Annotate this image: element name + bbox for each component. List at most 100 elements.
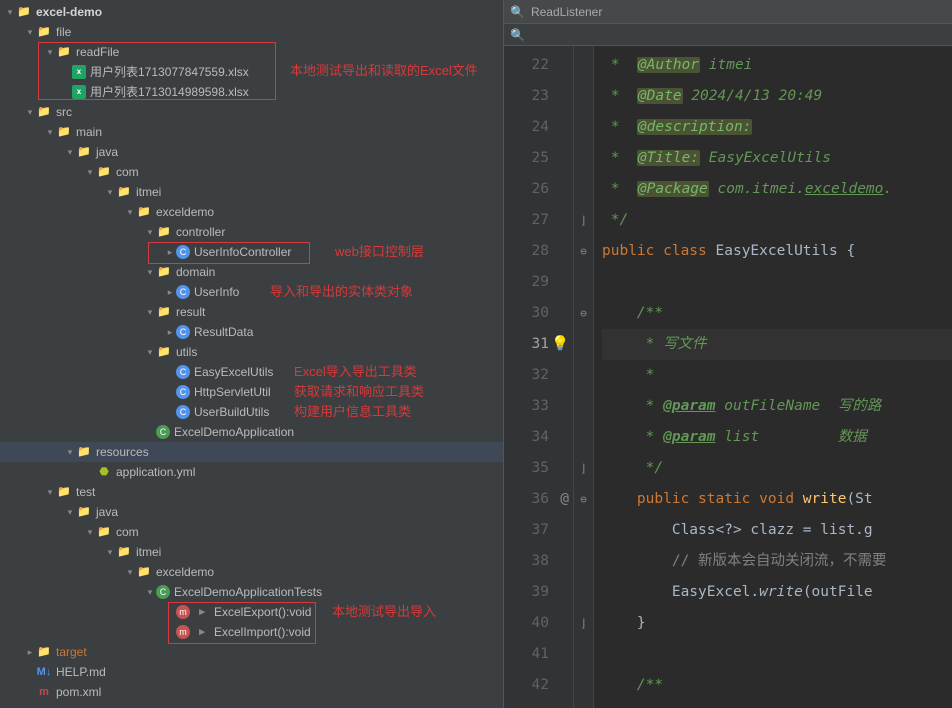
- tree-label: ExcelDemoApplication: [174, 422, 294, 442]
- tree-item-readfile[interactable]: ▾ 📁 readFile: [0, 42, 503, 62]
- tree-root[interactable]: ▾ 📁 excel-demo: [0, 2, 503, 22]
- class-icon: C: [176, 325, 190, 339]
- tree-item-userinfo[interactable]: ▸ C UserInfo 导入和导出的实体类对象: [0, 282, 503, 302]
- chevron-down-icon: ▾: [124, 202, 136, 222]
- class-icon: C: [176, 245, 190, 259]
- tree-item-test-java[interactable]: ▾ 📁 java: [0, 502, 503, 522]
- tree-label: UserInfoController: [194, 242, 291, 262]
- tree-item-result[interactable]: ▾ 📁 result: [0, 302, 503, 322]
- tree-item-appyml[interactable]: ⬣ application.yml: [0, 462, 503, 482]
- tree-item-file[interactable]: ▾ 📁 file: [0, 22, 503, 42]
- tree-item-src[interactable]: ▾ 📁 src: [0, 102, 503, 122]
- tree-label: com: [116, 522, 139, 542]
- class-icon: C: [176, 385, 190, 399]
- tree-label: result: [176, 302, 205, 322]
- annotation-text: Excel导入导出工具类: [294, 362, 417, 382]
- tree-item-domain[interactable]: ▾ 📁 domain: [0, 262, 503, 282]
- tree-item-com[interactable]: ▾ 📁 com: [0, 162, 503, 182]
- source-folder-icon: 📁: [36, 104, 52, 120]
- chevron-down-icon: ▾: [64, 442, 76, 462]
- chevron-right-icon: ▸: [24, 642, 36, 662]
- tree-item-xlsx2[interactable]: x 用户列表1713014989598.xlsx: [0, 82, 503, 102]
- tree-label: src: [56, 102, 72, 122]
- package-icon: 📁: [116, 544, 132, 560]
- chevron-down-icon: ▾: [144, 262, 156, 282]
- tree-item-userinfocontroller[interactable]: ▸ C UserInfoController web接口控制层: [0, 242, 503, 262]
- tree-label: application.yml: [116, 462, 195, 482]
- tree-label: test: [76, 482, 95, 502]
- package-icon: 📁: [156, 264, 172, 280]
- tree-label: main: [76, 122, 102, 142]
- tree-item-excelexport[interactable]: m ▸ ExcelExport():void 本地测试导出导入: [0, 602, 503, 622]
- tree-item-utils[interactable]: ▾ 📁 utils: [0, 342, 503, 362]
- chevron-down-icon: ▾: [4, 2, 16, 22]
- code-editor[interactable]: 22232425262728293031💡3233343536@37383940…: [504, 46, 952, 708]
- tree-label: utils: [176, 342, 197, 362]
- replace-bar[interactable]: 🔍: [504, 24, 952, 46]
- find-bar[interactable]: 🔍 ReadListener: [504, 0, 952, 24]
- folder-icon: 📁: [56, 124, 72, 140]
- tree-label: file: [56, 22, 71, 42]
- tree-item-xlsx1[interactable]: x 用户列表1713077847559.xlsx 本地测试导出和读取的Excel…: [0, 62, 503, 82]
- tree-label: readFile: [76, 42, 119, 62]
- tree-label: controller: [176, 222, 225, 242]
- chevron-down-icon: ▾: [84, 522, 96, 542]
- tree-item-java[interactable]: ▾ 📁 java: [0, 142, 503, 162]
- class-icon: C: [176, 405, 190, 419]
- chevron-down-icon: ▾: [84, 162, 96, 182]
- search-text[interactable]: ReadListener: [531, 5, 602, 19]
- tree-item-test-com[interactable]: ▾ 📁 com: [0, 522, 503, 542]
- chevron-down-icon: ▾: [24, 22, 36, 42]
- chevron-down-icon: ▾: [144, 302, 156, 322]
- tree-item-exceldemo[interactable]: ▾ 📁 exceldemo: [0, 202, 503, 222]
- spring-class-icon: C: [156, 425, 170, 439]
- tree-item-target[interactable]: ▸ 📁 target: [0, 642, 503, 662]
- md-icon: M↓: [36, 664, 52, 680]
- package-icon: 📁: [96, 164, 112, 180]
- tree-item-test-exceldemo[interactable]: ▾ 📁 exceldemo: [0, 562, 503, 582]
- chevron-down-icon: ▾: [104, 182, 116, 202]
- chevron-down-icon: ▾: [144, 582, 156, 602]
- tree-item-helpmd[interactable]: M↓ HELP.md: [0, 662, 503, 682]
- chevron-down-icon: ▾: [124, 562, 136, 582]
- tree-item-pomxml[interactable]: m pom.xml: [0, 682, 503, 702]
- tree-item-apptests[interactable]: ▾ C ExcelDemoApplicationTests: [0, 582, 503, 602]
- tree-item-resources[interactable]: ▾ 📁 resources: [0, 442, 503, 462]
- tree-item-controller[interactable]: ▾ 📁 controller: [0, 222, 503, 242]
- annotation-text: 构建用户信息工具类: [294, 402, 411, 422]
- project-tree[interactable]: ▾ 📁 excel-demo ▾ 📁 file ▾ 📁 readFile x 用…: [0, 0, 503, 704]
- tree-item-test-itmei[interactable]: ▾ 📁 itmei: [0, 542, 503, 562]
- method-icon: m: [176, 625, 190, 639]
- tree-item-itmei[interactable]: ▾ 📁 itmei: [0, 182, 503, 202]
- tree-item-httpservletutil[interactable]: C HttpServletUtil 获取请求和响应工具类: [0, 382, 503, 402]
- tree-item-test[interactable]: ▾ 📁 test: [0, 482, 503, 502]
- package-icon: 📁: [156, 344, 172, 360]
- package-icon: 📁: [116, 184, 132, 200]
- fold-column[interactable]: ⌋⊖⊖⌋⊖⌋: [574, 46, 594, 708]
- folder-icon: 📁: [16, 4, 32, 20]
- project-tree-panel: ▾ 📁 excel-demo ▾ 📁 file ▾ 📁 readFile x 用…: [0, 0, 504, 708]
- chevron-right-icon: ▸: [164, 242, 176, 262]
- tree-item-excelimport[interactable]: m ▸ ExcelImport():void: [0, 622, 503, 642]
- package-icon: 📁: [156, 304, 172, 320]
- tree-label: HELP.md: [56, 662, 106, 682]
- tree-item-resultdata[interactable]: ▸ C ResultData: [0, 322, 503, 342]
- annotation-text: 本地测试导出和读取的Excel文件: [290, 61, 478, 81]
- tree-item-easyexcelutils[interactable]: C EasyExcelUtils Excel导入导出工具类: [0, 362, 503, 382]
- tree-label: 用户列表1713014989598.xlsx: [90, 82, 249, 102]
- tree-item-userbuildutils[interactable]: C UserBuildUtils 构建用户信息工具类: [0, 402, 503, 422]
- chevron-down-icon: ▾: [64, 142, 76, 162]
- tree-label: excel-demo: [36, 2, 102, 22]
- tree-label: ExcelExport():void: [214, 602, 311, 622]
- tree-label: ResultData: [194, 322, 253, 342]
- tree-label: domain: [176, 262, 215, 282]
- code-content[interactable]: * @Author itmei * @Date 2024/4/13 20:49 …: [594, 46, 952, 708]
- annotation-text: 导入和导出的实体类对象: [270, 282, 413, 302]
- package-icon: 📁: [96, 524, 112, 540]
- tree-label: ExcelImport():void: [214, 622, 311, 642]
- xlsx-icon: x: [72, 65, 86, 79]
- tree-item-exceldemoapp[interactable]: C ExcelDemoApplication: [0, 422, 503, 442]
- tree-item-main[interactable]: ▾ 📁 main: [0, 122, 503, 142]
- tree-label: exceldemo: [156, 562, 214, 582]
- target-folder-icon: 📁: [36, 644, 52, 660]
